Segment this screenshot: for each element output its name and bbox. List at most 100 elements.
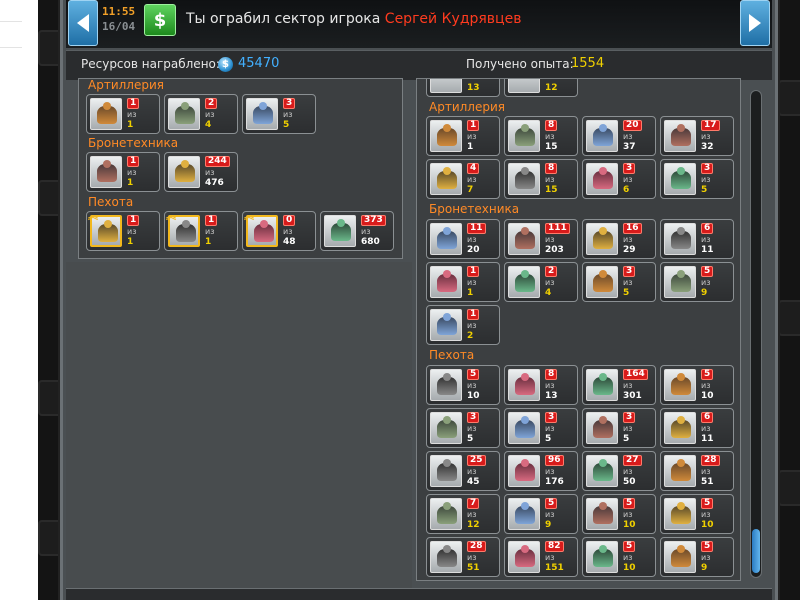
scrollbar[interactable] [750,90,762,578]
unit-loss-card[interactable]: 5 из 9 [660,262,734,302]
unit-icon [430,79,462,93]
previous-report-button[interactable] [68,0,98,46]
unit-loss-card[interactable]: 1 из 1 [86,94,160,134]
unit-loss-card[interactable]: 17 из 32 [660,116,734,156]
unit-loss-card[interactable]: 3 из 5 [426,408,500,448]
unit-loss-card[interactable]: 7 из 12 [426,494,500,534]
unit-loss-card[interactable]: 5 из 10 [582,494,656,534]
of-label: из [467,467,477,476]
tank-unit-icon [430,223,462,255]
unit-loss-card[interactable]: 244 из 476 [164,152,238,192]
scroll-thumb[interactable] [752,529,760,573]
of-label: из [701,381,711,390]
artillery-unit-icon [664,163,696,195]
unit-loss-card[interactable]: 96 из 176 [504,451,578,491]
unit-loss-card[interactable]: 28 из 51 [660,451,734,491]
unit-head [337,219,345,227]
of-label: из [701,510,711,519]
of-label: из [545,235,555,244]
unit-loss-card[interactable]: 2 из 4 [164,94,238,134]
lost-count: 5 [701,369,714,380]
of-label: из [467,132,477,141]
unit-loss-card[interactable]: ︽ 0 из 48 [242,211,316,251]
unit-loss-card[interactable]: 6 из 11 [660,408,734,448]
total-count: 176 [545,477,564,487]
total-count: 45 [467,477,480,487]
unit-loss-card[interactable]: 5 из 10 [660,365,734,405]
total-count: 5 [467,434,474,444]
unit-loss-card[interactable]: 3 из 5 [242,94,316,134]
soldier-unit-icon [586,412,618,444]
total-count: 11 [701,245,714,255]
unit-loss-card[interactable]: 6 из 11 [660,219,734,259]
unit-loss-card[interactable]: 28 из 51 [426,537,500,577]
lost-count: 3 [623,163,636,174]
total-count: 10 [623,563,636,573]
unit-head [599,124,607,132]
unit-loss-card[interactable]: 11 из 20 [426,219,500,259]
lost-count: 3 [623,266,636,277]
unit-loss-card[interactable]: 1 из 1 [426,262,500,302]
artillery-unit-icon [168,98,200,130]
of-label: из [545,132,555,141]
unit-loss-card[interactable]: 5 из 9 [504,494,578,534]
unit-loss-card[interactable]: 3 из 5 [660,159,734,199]
next-report-button[interactable] [740,0,770,46]
lost-count: 3 [545,412,558,423]
artillery-unit-icon [430,120,462,152]
soldier-unit-icon [430,412,462,444]
unit-loss-card[interactable]: 3 из 5 [582,262,656,302]
unit-loss-card[interactable]: 20 из 37 [582,116,656,156]
total-count: 1 [127,120,134,130]
unit-loss-card[interactable]: 3 из 6 [582,159,656,199]
artillery-unit-icon [90,98,122,130]
player-name-link[interactable]: Сергей Кудрявцев [385,11,522,27]
unit-loss-card[interactable]: 164 из 301 [582,365,656,405]
unit-loss-card[interactable]: 27 из 50 [582,451,656,491]
unit-loss-card[interactable]: 111 из 203 [504,219,578,259]
unit-loss-card[interactable]: 5 из 9 [660,537,734,577]
unit-head [443,227,451,235]
unit-loss-card[interactable]: 2 из 4 [504,262,578,302]
soldier-unit-icon [508,498,540,530]
unit-loss-card[interactable]: 1 из 1 [426,116,500,156]
unit-loss-card[interactable]: 5 из 10 [660,494,734,534]
unit-loss-card[interactable]: 82 из 151 [504,537,578,577]
lost-count: 96 [545,455,564,466]
soldier-unit-icon [324,215,356,247]
unit-loss-card[interactable]: 1 из 2 [426,305,500,345]
unit-head [521,227,529,235]
lost-count: 111 [545,223,570,234]
unit-loss-card[interactable]: 8 из 13 [504,365,578,405]
unit-loss-card[interactable]: 5 из 10 [582,537,656,577]
unit-loss-card[interactable]: ︽ 1 из 1 [86,211,160,251]
soldier-unit-icon [586,455,618,487]
unit-loss-card[interactable]: 25 из 45 [426,451,500,491]
total-count: 10 [467,391,480,401]
unit-loss-card[interactable]: 3 из 5 [504,408,578,448]
lost-count: 6 [701,412,714,423]
unit-loss-card[interactable]: 1 из 1 [86,152,160,192]
unit-head [521,459,529,467]
unit-loss-card[interactable]: 13 [426,79,500,97]
unit-loss-card[interactable]: 3 из 5 [582,408,656,448]
of-label: из [623,132,633,141]
total-count: 10 [701,520,714,530]
unit-loss-card[interactable]: 373 из 680 [320,211,394,251]
unit-loss-card[interactable]: 12 [504,79,578,97]
unit-loss-card[interactable]: 8 из 15 [504,116,578,156]
total-count: 301 [623,391,642,401]
total-count: 4 [545,288,552,298]
unit-loss-card[interactable]: 16 из 29 [582,219,656,259]
unit-loss-card[interactable]: 8 из 15 [504,159,578,199]
of-label: из [545,553,555,562]
unit-head [599,459,607,467]
unit-head [521,270,529,278]
soldier-unit-icon [508,455,540,487]
unit-head [443,502,451,510]
artillery-unit-icon [586,120,618,152]
unit-loss-card[interactable]: 4 из 7 [426,159,500,199]
defender-losses-panel[interactable]: 13 12 Артиллерия 1 из 1 8 из 15 20 из 37 17 из 32 4 из 7 8… [416,78,741,581]
unit-loss-card[interactable]: ︽ 1 из 1 [164,211,238,251]
unit-loss-card[interactable]: 5 из 10 [426,365,500,405]
